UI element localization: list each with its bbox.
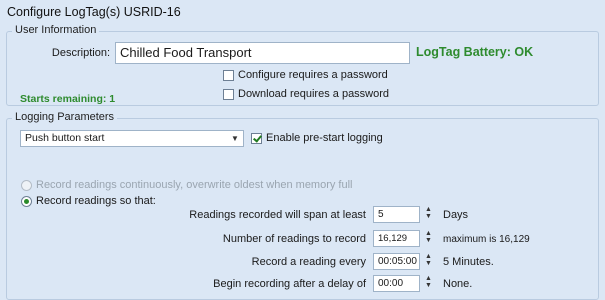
number-stepper[interactable]: ▲ ▼ bbox=[421, 230, 436, 247]
spin-down-icon[interactable]: ▼ bbox=[421, 260, 436, 267]
logging-parameters-legend: Logging Parameters bbox=[12, 111, 118, 123]
span-stepper[interactable]: ▲ ▼ bbox=[421, 206, 436, 223]
span-unit: Days bbox=[443, 209, 469, 221]
spin-down-icon[interactable]: ▼ bbox=[421, 237, 436, 244]
spin-up-icon[interactable]: ▲ bbox=[421, 253, 436, 260]
interval-label: Record a reading every bbox=[251, 256, 366, 268]
description-label: Description: bbox=[51, 47, 110, 59]
spin-down-icon[interactable]: ▼ bbox=[421, 282, 436, 289]
record-continuously-label[interactable]: Record readings continuously, overwrite … bbox=[36, 179, 353, 191]
span-label: Readings recorded will span at least bbox=[189, 209, 366, 221]
start-mode-dropdown[interactable]: Push button start bbox=[20, 130, 244, 147]
delay-text: None. bbox=[443, 278, 473, 290]
download-password-label[interactable]: Download requires a password bbox=[238, 88, 389, 100]
record-so-that-label[interactable]: Record readings so that: bbox=[36, 195, 156, 207]
delay-label: Begin recording after a delay of bbox=[213, 278, 366, 290]
number-maximum: maximum is 16,129 bbox=[443, 234, 530, 245]
prestart-logging-label[interactable]: Enable pre-start logging bbox=[266, 132, 383, 144]
interval-text: 5 Minutes. bbox=[443, 256, 494, 268]
battery-status: LogTag Battery: OK bbox=[416, 45, 534, 59]
configure-password-checkbox[interactable] bbox=[223, 70, 234, 81]
spin-up-icon[interactable]: ▲ bbox=[421, 275, 436, 282]
interval-stepper[interactable]: ▲ ▼ bbox=[421, 253, 436, 270]
delay-input[interactable]: 00:00 bbox=[373, 275, 420, 292]
delay-stepper[interactable]: ▲ ▼ bbox=[421, 275, 436, 292]
spin-up-icon[interactable]: ▲ bbox=[421, 206, 436, 213]
spin-up-icon[interactable]: ▲ bbox=[421, 230, 436, 237]
start-mode-value: Push button start bbox=[25, 132, 105, 144]
window-title: Configure LogTag(s) USRID-16 bbox=[7, 5, 181, 19]
starts-remaining: Starts remaining: 1 bbox=[20, 93, 116, 105]
record-continuously-radio[interactable] bbox=[21, 180, 32, 191]
prestart-logging-checkbox[interactable] bbox=[251, 133, 262, 144]
record-so-that-radio[interactable] bbox=[21, 196, 32, 207]
number-label: Number of readings to record bbox=[222, 233, 366, 245]
chevron-down-icon[interactable]: ▼ bbox=[231, 134, 239, 143]
number-input[interactable]: 16,129 bbox=[373, 230, 420, 247]
description-field[interactable]: Chilled Food Transport bbox=[115, 42, 410, 64]
spin-down-icon[interactable]: ▼ bbox=[421, 213, 436, 220]
download-password-checkbox[interactable] bbox=[223, 89, 234, 100]
configure-password-label[interactable]: Configure requires a password bbox=[238, 69, 388, 81]
span-input[interactable]: 5 bbox=[373, 206, 420, 223]
interval-input[interactable]: 00:05:00 bbox=[373, 253, 420, 270]
user-information-legend: User Information bbox=[12, 24, 100, 36]
